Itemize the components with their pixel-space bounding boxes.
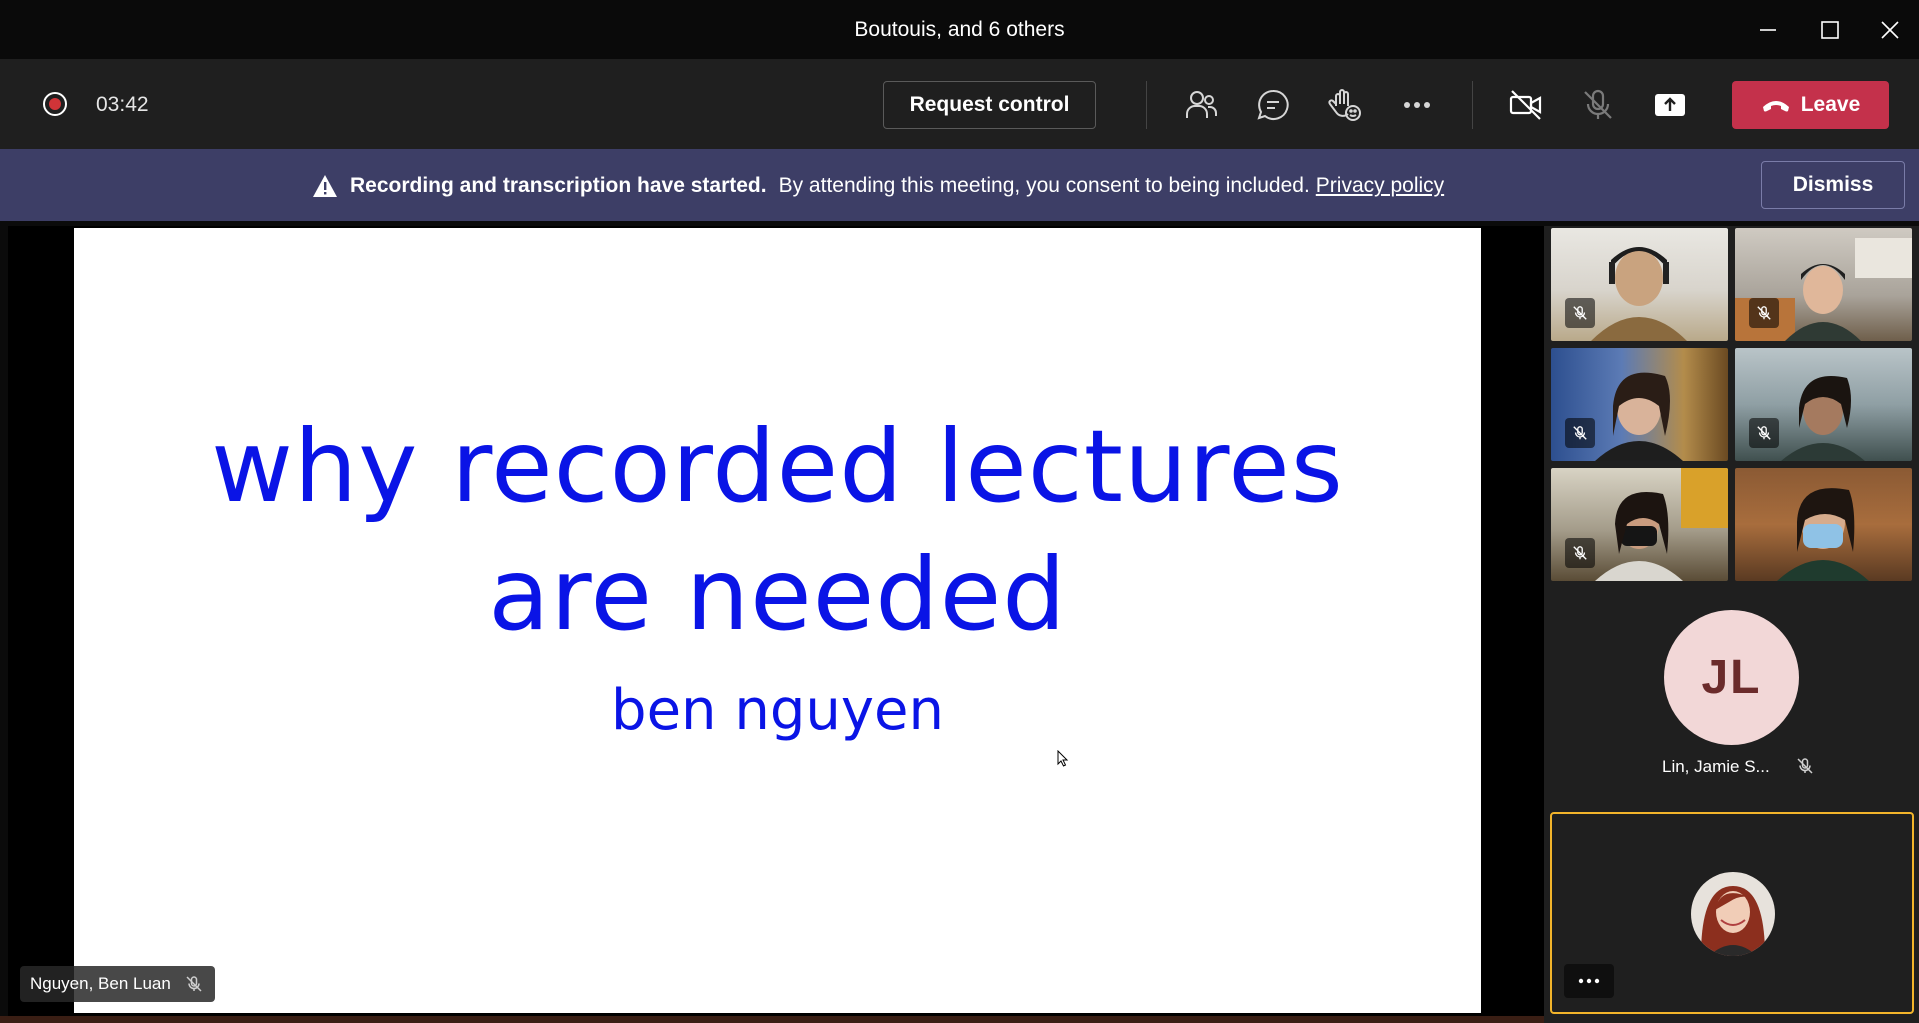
leave-label: Leave	[1800, 93, 1861, 116]
more-options-icon	[1404, 102, 1430, 108]
meeting-toolbar: 03:42 Request control Leave	[0, 59, 1919, 149]
privacy-policy-link[interactable]: Privacy policy	[1316, 174, 1444, 198]
muted-badge	[1749, 298, 1779, 328]
mic-off-icon	[1797, 758, 1813, 774]
participant-video-tile[interactable]	[1551, 228, 1728, 341]
leave-button[interactable]: Leave	[1732, 81, 1889, 129]
maximize-icon	[1821, 20, 1839, 39]
presenter-name: Nguyen, Ben Luan	[30, 974, 171, 993]
raise-hand-icon	[1328, 89, 1361, 121]
mic-toggle-button[interactable]	[1578, 85, 1618, 125]
participant-video-tile[interactable]	[1551, 468, 1728, 581]
recording-notice-text: By attending this meeting, you consent t…	[778, 174, 1310, 197]
self-avatar	[1691, 872, 1775, 956]
toolbar-divider	[1146, 81, 1147, 129]
chat-button[interactable]	[1253, 85, 1293, 125]
participant-video-tile[interactable]	[1735, 228, 1912, 341]
people-icon	[1186, 91, 1217, 118]
reactions-button[interactable]	[1325, 85, 1365, 125]
participant-name-row: Lin, Jamie S...	[1662, 757, 1814, 777]
participant-video-tile[interactable]	[1551, 348, 1728, 461]
muted-badge	[1565, 418, 1595, 448]
participant-video-tile[interactable]	[1735, 468, 1912, 581]
self-more-options-button[interactable]	[1564, 964, 1614, 998]
recording-message: Recording and transcription have started…	[312, 174, 1444, 198]
participant-name: Lin, Jamie S...	[1662, 757, 1770, 776]
profile-photo	[1691, 872, 1775, 956]
mic-off-icon	[1573, 306, 1587, 320]
participant-video	[1777, 488, 1869, 581]
more-options-icon	[1578, 978, 1600, 984]
participant-avatar[interactable]: JL	[1664, 610, 1799, 745]
title-bar: Boutouis, and 6 others	[0, 0, 1919, 59]
mic-off-icon	[1757, 306, 1771, 320]
recording-indicator-icon	[43, 92, 67, 116]
participant-video-tile[interactable]	[1735, 348, 1912, 461]
request-control-button[interactable]: Request control	[883, 81, 1096, 129]
muted-badge	[1565, 538, 1595, 568]
close-button[interactable]	[1860, 0, 1919, 59]
close-icon	[1881, 20, 1899, 39]
warning-icon	[313, 175, 337, 197]
people-button[interactable]	[1181, 85, 1221, 125]
maximize-button[interactable]	[1800, 0, 1860, 59]
meeting-timer: 03:42	[96, 93, 149, 116]
more-actions-button[interactable]	[1397, 85, 1437, 125]
slide-title: why recorded lectures are needed	[211, 408, 1344, 653]
presenter-name-tag: Nguyen, Ben Luan	[20, 966, 215, 1002]
mouse-cursor-icon	[1057, 750, 1069, 767]
recording-notice-title: Recording and transcription have started…	[350, 174, 767, 197]
self-view-tile[interactable]	[1550, 812, 1914, 1014]
share-icon	[1655, 94, 1685, 116]
share-screen-button[interactable]	[1650, 85, 1690, 125]
camera-off-icon	[1509, 90, 1542, 120]
mic-off-icon	[186, 976, 202, 992]
camera-toggle-button[interactable]	[1506, 85, 1546, 125]
recording-banner: Recording and transcription have started…	[0, 149, 1919, 221]
minimize-icon	[1760, 28, 1776, 31]
window-title: Boutouis, and 6 others	[854, 18, 1065, 41]
hang-up-icon	[1762, 101, 1789, 112]
muted-badge	[1749, 418, 1779, 448]
mic-off-icon	[1757, 426, 1771, 440]
muted-badge	[1565, 298, 1595, 328]
presentation-slide: why recorded lectures are needed ben ngu…	[74, 228, 1481, 1013]
mic-off-icon	[1573, 546, 1587, 560]
dismiss-button[interactable]: Dismiss	[1761, 161, 1905, 209]
mic-off-icon	[1573, 426, 1587, 440]
slide-subtitle: ben nguyen	[611, 678, 944, 743]
mic-off-icon	[1584, 89, 1612, 119]
toolbar-divider	[1472, 81, 1473, 129]
minimize-button[interactable]	[1738, 0, 1798, 59]
chat-icon	[1257, 89, 1289, 120]
